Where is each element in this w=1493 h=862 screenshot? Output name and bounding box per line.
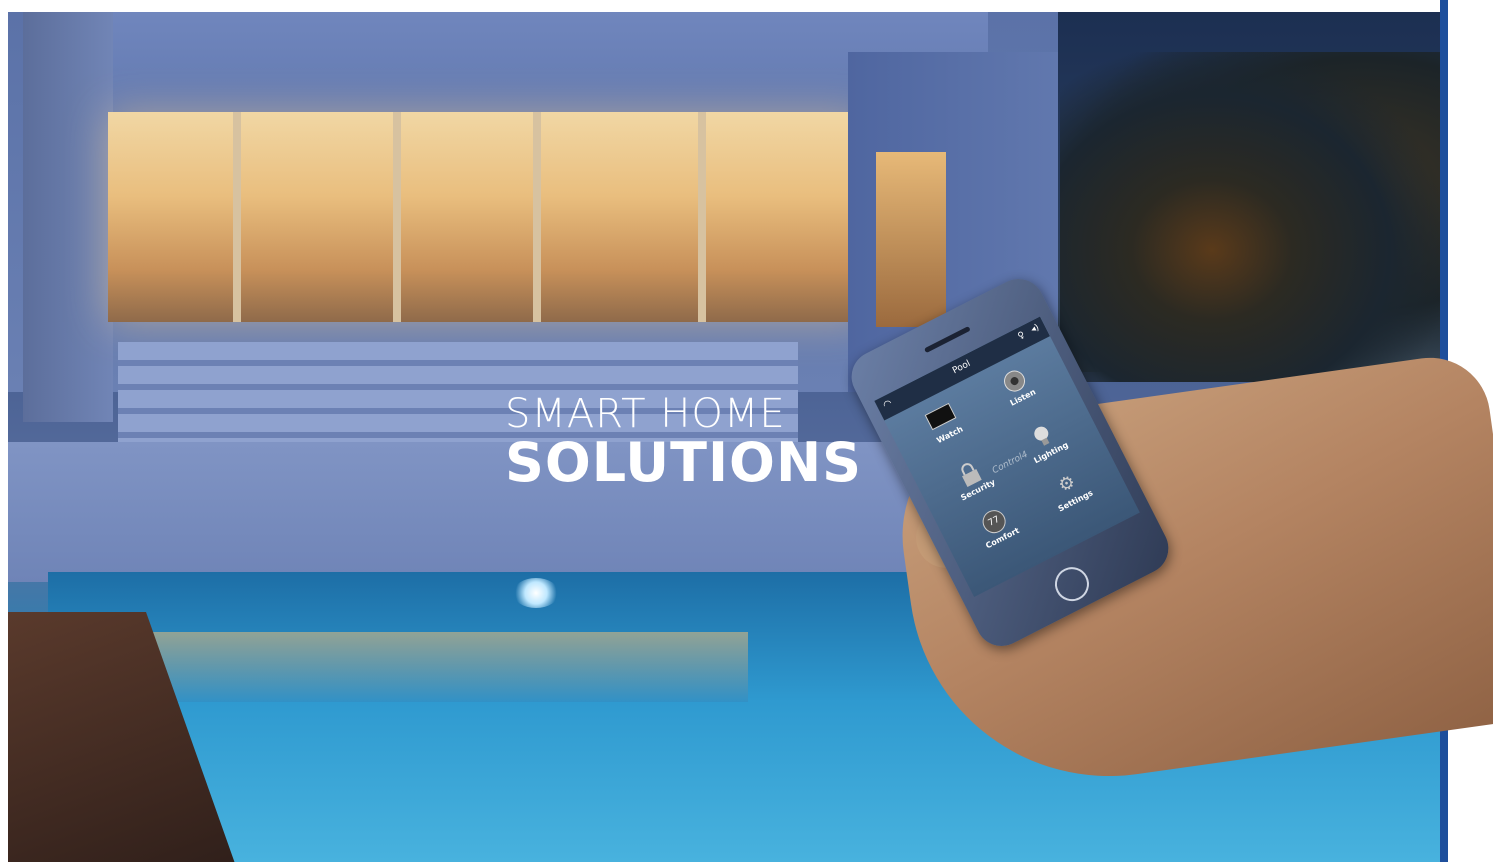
left-column — [23, 12, 113, 422]
window-mullion — [233, 112, 241, 322]
pool-light — [513, 578, 559, 608]
lit-trees — [1060, 52, 1440, 382]
headline-line-2: SOLUTIONS — [505, 431, 863, 494]
headline-line-1: SMART HOME — [505, 391, 786, 437]
lit-interior — [108, 112, 868, 322]
tile-listen[interactable]: Listen — [982, 357, 1058, 429]
hero-headline: SMART HOME SOLUTIONS — [505, 393, 862, 491]
window-mullion — [533, 112, 541, 322]
tile-watch[interactable]: Watch — [909, 394, 985, 466]
pool-reflection — [128, 632, 748, 702]
window-mullion — [698, 112, 706, 322]
phone-speaker — [923, 325, 971, 354]
open-door — [876, 152, 946, 327]
home-button[interactable] — [1049, 561, 1095, 607]
window-mullion — [393, 112, 401, 322]
